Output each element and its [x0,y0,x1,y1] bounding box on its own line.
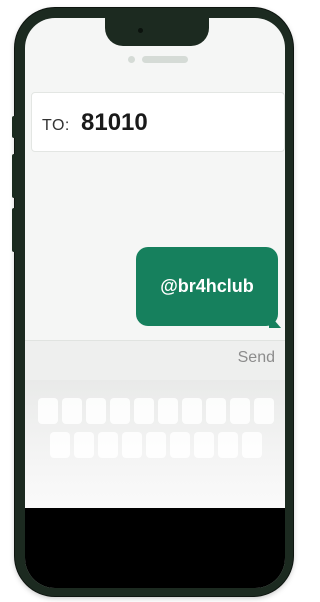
recipient-field[interactable]: TO: 81010 [31,92,285,152]
key[interactable] [38,398,58,424]
recipient-number: 81010 [81,109,148,136]
key[interactable] [134,398,154,424]
key[interactable] [254,398,274,424]
key[interactable] [242,432,262,458]
key[interactable] [218,432,238,458]
bottom-bar [25,508,285,588]
bubble-tail [269,314,281,328]
speaker-grille [142,56,188,63]
key[interactable] [62,398,82,424]
message-text: @br4hclub [160,276,254,296]
compose-bar: Send [25,340,285,381]
phone-screen: TO: 81010 @br4hclub Send [25,18,285,588]
key[interactable] [122,432,142,458]
sent-message-bubble: @br4hclub [136,247,278,326]
key[interactable] [98,432,118,458]
send-button[interactable]: Send [238,349,275,367]
key[interactable] [86,398,106,424]
sensor-dot [128,56,135,63]
keyboard [25,380,285,508]
volume-up-button [12,154,16,198]
key[interactable] [170,432,190,458]
key[interactable] [158,398,178,424]
key[interactable] [230,398,250,424]
to-label: TO: [42,117,70,134]
volume-down-button [12,208,16,252]
notch [105,18,209,46]
key[interactable] [74,432,94,458]
key[interactable] [146,432,166,458]
key[interactable] [110,398,130,424]
camera-icon [138,28,143,33]
key[interactable] [182,398,202,424]
key[interactable] [194,432,214,458]
key[interactable] [50,432,70,458]
action-button [12,116,16,138]
key[interactable] [206,398,226,424]
